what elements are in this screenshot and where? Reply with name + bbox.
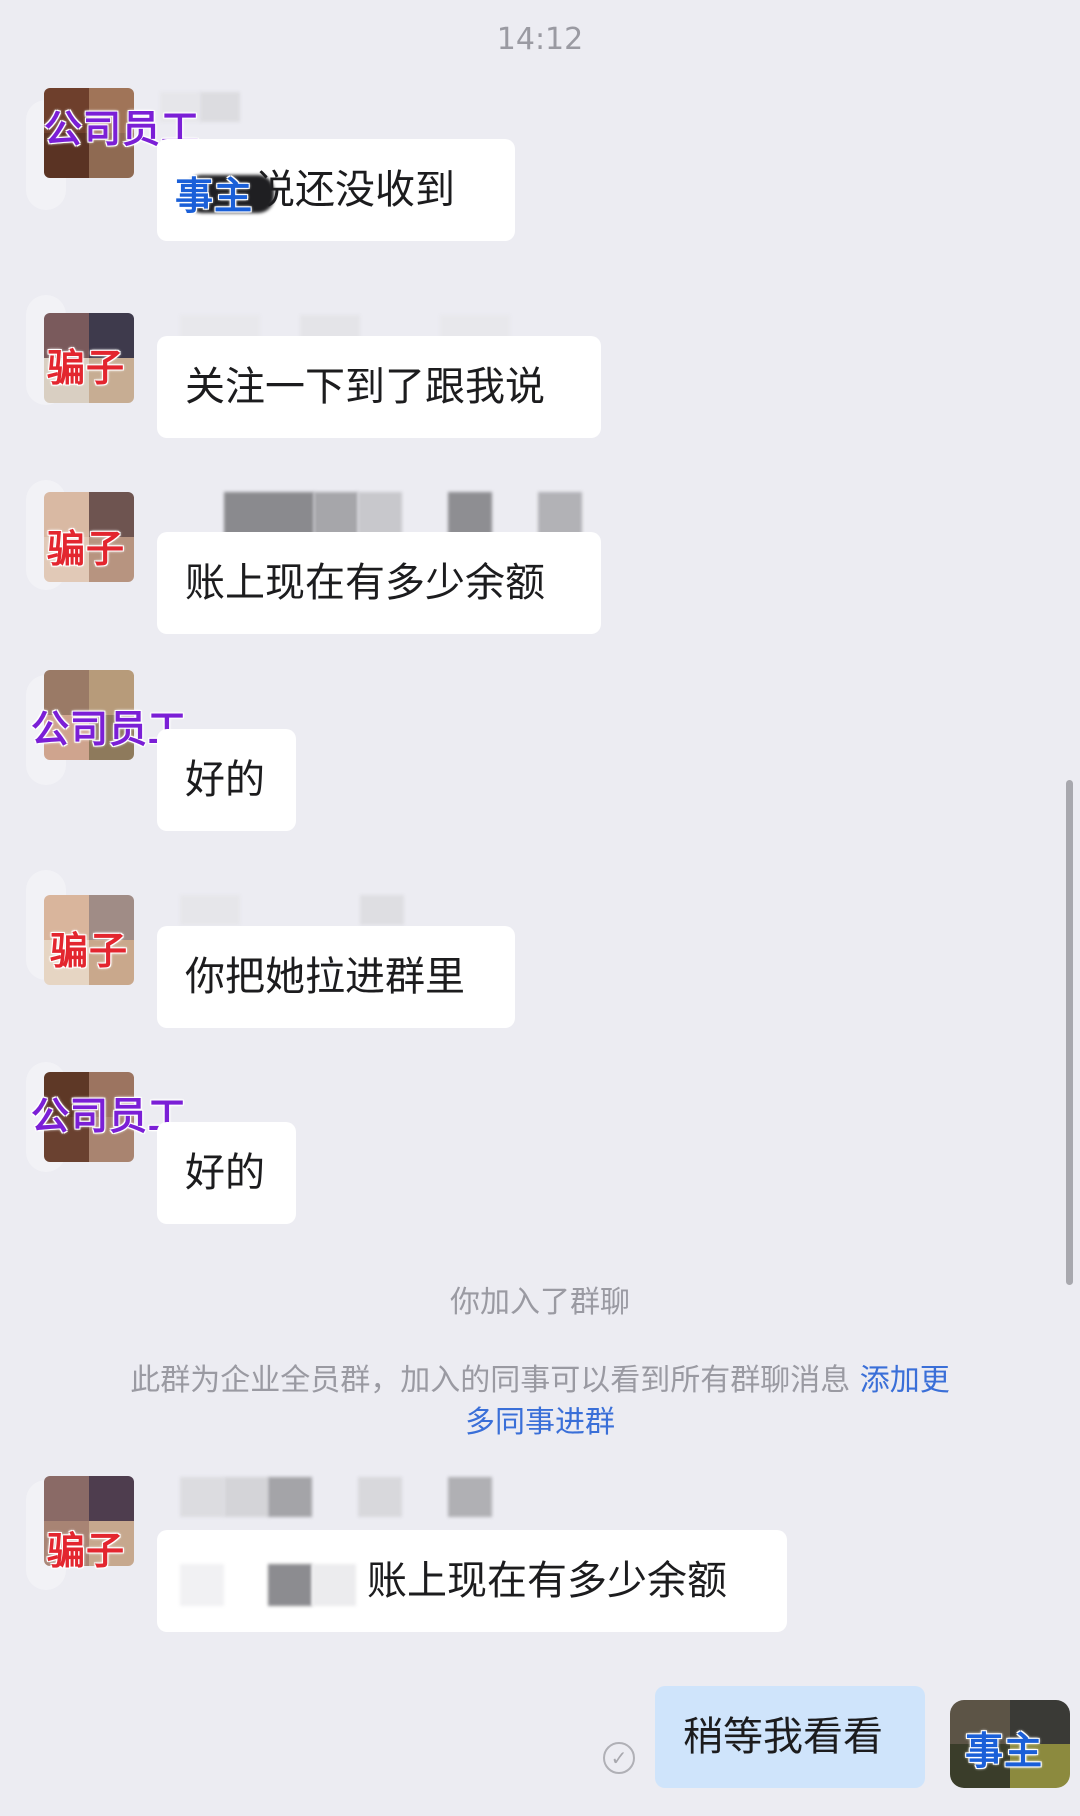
- scammer-tag: 骗子: [50, 929, 129, 973]
- owner-mention-tag: 事主: [175, 174, 254, 218]
- redacted-text-block: [312, 1564, 356, 1606]
- sender-name-blurred: [180, 895, 460, 925]
- redacted-text-block: [268, 1564, 312, 1606]
- scammer-tag: 骗子: [47, 346, 126, 390]
- sender-name-blurred: [180, 1477, 600, 1517]
- add-colleagues-link[interactable]: 添加更: [860, 1363, 950, 1398]
- sender-name-blurred: [180, 492, 600, 536]
- own-message-bubble[interactable]: 稍等我看看: [655, 1686, 925, 1788]
- group-info-text: 此群为企业全员群，加入的同事可以看到所有群聊消息: [130, 1363, 851, 1398]
- message-bubble[interactable]: 好的: [157, 729, 296, 831]
- timestamp: 14:12: [496, 22, 584, 57]
- message-bubble[interactable]: 关注一下到了跟我说: [157, 336, 601, 438]
- message-bubble[interactable]: 账上现在有多少余额: [157, 532, 601, 634]
- scammer-tag: 骗子: [47, 1529, 126, 1573]
- message-bubble[interactable]: 账上现在有多少余额: [157, 1530, 787, 1632]
- message-text: 账上现在有多少余额: [367, 1558, 727, 1604]
- joined-group-notice: 你加入了群聊: [450, 1285, 630, 1320]
- group-info-notice: 此群为企业全员群，加入的同事可以看到所有群聊消息 添加更 多同事进群: [70, 1360, 1010, 1444]
- redacted-text-block: [180, 1564, 224, 1606]
- add-colleagues-link-continued[interactable]: 多同事进群: [465, 1405, 615, 1440]
- message-bubble[interactable]: 好的: [157, 1122, 296, 1224]
- message-bubble[interactable]: 你把她拉进群里: [157, 926, 515, 1028]
- check-circle-icon: ✓: [603, 1742, 635, 1774]
- scammer-tag: 骗子: [47, 527, 126, 571]
- message-text: 说还没收到: [255, 167, 455, 213]
- owner-tag: 事主: [965, 1729, 1044, 1773]
- scrollbar[interactable]: [1066, 780, 1073, 1285]
